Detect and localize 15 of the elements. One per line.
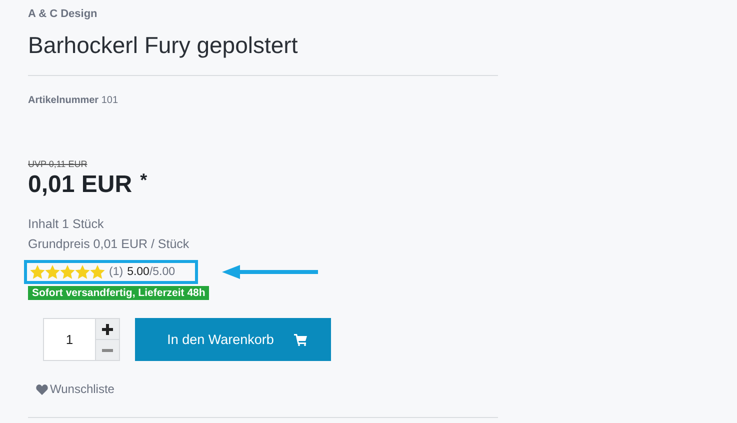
footnote-mark: * xyxy=(140,171,148,189)
add-to-cart-button[interactable]: In den Warenkorb xyxy=(135,318,331,361)
cart-icon xyxy=(294,334,307,346)
base-price: Grundpreis 0,01 EUR / Stück xyxy=(28,237,190,251)
heart-icon xyxy=(36,384,48,394)
product-title: Barhockerl Fury gepolstert xyxy=(28,32,299,59)
price: 0,01 EUR xyxy=(28,171,132,199)
delivery-badge: Sofort versandfertig, Lieferzeit 48h xyxy=(28,286,210,300)
wishlist-link[interactable]: Wunschliste xyxy=(36,382,498,396)
old-price: UVP 0,11 EUR xyxy=(28,159,88,169)
review-count: (1) xyxy=(109,266,124,278)
content-info: Inhalt 1 Stück xyxy=(28,217,105,231)
brand-name: A & C Design xyxy=(28,8,98,20)
article-number: Artikelnummer 101 xyxy=(28,95,120,108)
rating-score: 5.00/5.00 xyxy=(127,266,176,278)
